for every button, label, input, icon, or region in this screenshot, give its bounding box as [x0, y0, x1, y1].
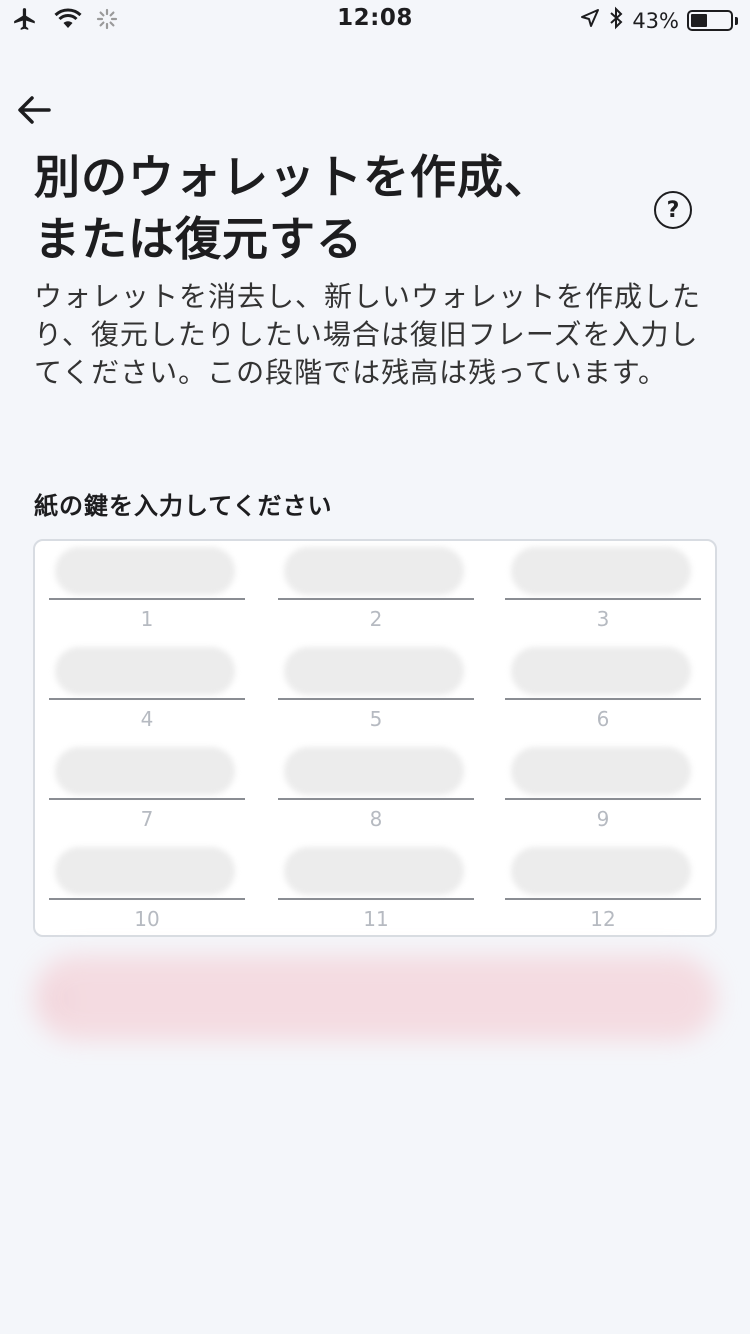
question-mark-icon: ? [666, 197, 680, 223]
word-index-label: 10 [134, 907, 160, 931]
phrase-section-label: 紙の鍵を入力してください [34, 492, 333, 520]
word-field-10[interactable]: 10 [49, 841, 249, 931]
word-index-label: 12 [590, 907, 616, 931]
battery-level [691, 14, 708, 27]
word-field-6[interactable]: 6 [505, 641, 705, 731]
description-text: ウォレットを消去し、新しいウォレットを作成したり、復元したりしたい場合は復旧フレ… [34, 280, 702, 389]
word-field-12[interactable]: 12 [505, 841, 705, 931]
word-underline [278, 698, 474, 700]
word-field-5[interactable]: 5 [278, 641, 478, 731]
word-index-label: 8 [369, 807, 383, 831]
arrow-left-icon [18, 96, 51, 124]
word-input[interactable] [505, 841, 705, 899]
location-arrow-icon [580, 8, 600, 33]
word-index-label: 7 [140, 807, 154, 831]
battery-percent: 43% [632, 8, 679, 33]
page-title: 別のウォレットを作成、 または復元する [34, 150, 551, 266]
word-field-11[interactable]: 11 [278, 841, 478, 931]
word-input[interactable] [505, 741, 705, 799]
word-field-9[interactable]: 9 [505, 741, 705, 831]
word-index-label: 4 [140, 707, 154, 731]
word-underline [49, 698, 245, 700]
word-underline [505, 898, 701, 900]
word-index-label: 11 [363, 907, 389, 931]
word-field-7[interactable]: 7 [49, 741, 249, 831]
word-underline [278, 898, 474, 900]
recovery-phrase-grid: 1 2 3 4 5 6 7 8 9 10 11 12 [33, 539, 717, 937]
word-field-8[interactable]: 8 [278, 741, 478, 831]
battery-icon [687, 10, 733, 31]
word-field-4[interactable]: 4 [49, 641, 249, 731]
word-input[interactable] [505, 641, 705, 699]
word-underline [505, 798, 701, 800]
word-input[interactable] [278, 541, 478, 599]
word-input[interactable] [49, 541, 249, 599]
word-input[interactable] [278, 841, 478, 899]
word-index-label: 2 [369, 607, 383, 631]
battery-tip [735, 16, 738, 25]
help-button[interactable]: ? [654, 191, 692, 229]
bluetooth-icon [608, 6, 624, 35]
word-underline [505, 698, 701, 700]
status-bar: 12:08 43% [0, 0, 750, 40]
word-field-1[interactable]: 1 [49, 541, 249, 631]
word-input[interactable] [49, 741, 249, 799]
restore-button[interactable]: あ [33, 955, 717, 1041]
word-field-3[interactable]: 3 [505, 541, 705, 631]
word-index-label: 9 [596, 807, 610, 831]
word-index-label: 3 [596, 607, 610, 631]
word-underline [49, 898, 245, 900]
word-underline [49, 798, 245, 800]
word-field-2[interactable]: 2 [278, 541, 478, 631]
word-underline [278, 798, 474, 800]
status-right-icons: 43% [580, 6, 738, 35]
back-button[interactable] [14, 92, 54, 128]
word-index-label: 1 [140, 607, 154, 631]
word-index-label: 5 [369, 707, 383, 731]
word-underline [49, 598, 245, 600]
word-underline [278, 598, 474, 600]
word-input[interactable] [505, 541, 705, 599]
word-input[interactable] [278, 741, 478, 799]
word-input[interactable] [49, 641, 249, 699]
word-input[interactable] [49, 841, 249, 899]
word-underline [505, 598, 701, 600]
word-input[interactable] [278, 641, 478, 699]
word-index-label: 6 [596, 707, 610, 731]
